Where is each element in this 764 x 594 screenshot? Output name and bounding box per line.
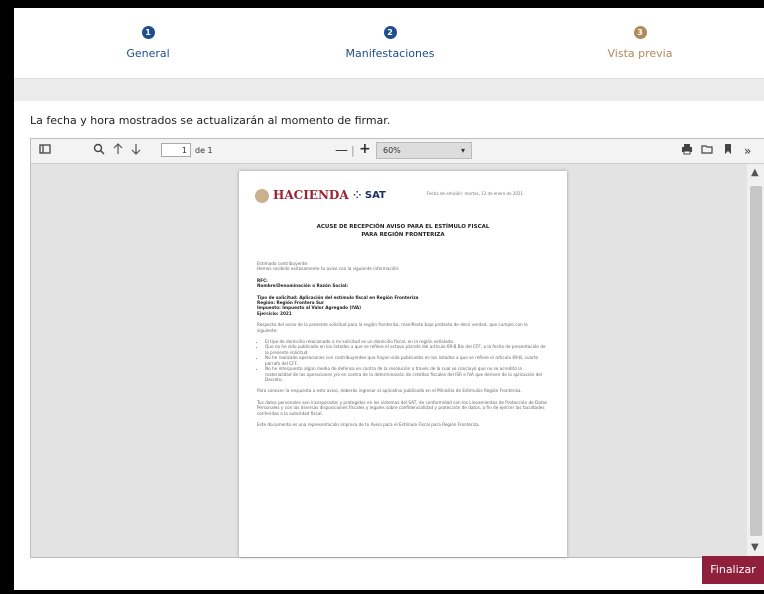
search-icon[interactable] — [93, 143, 105, 159]
document-page: HACIENDA ⁘ SAT Fecha de emisión: martes,… — [239, 171, 567, 557]
finalize-button[interactable]: Finalizar — [702, 556, 764, 584]
sidebar-toggle-icon[interactable] — [39, 143, 51, 159]
scroll-down-icon[interactable]: ▼ — [751, 542, 759, 553]
document-title: ACUSE DE RECEPCIÓN AVISO PARA EL ESTÍMUL… — [316, 224, 490, 238]
zoom-select[interactable]: 60% ▾ — [376, 142, 472, 159]
step-number-badge: 1 — [141, 26, 155, 39]
date-line: Fecha de emisión: martes, 12 de enero de… — [427, 191, 524, 196]
seal-icon — [255, 188, 269, 203]
step-number-badge: 2 — [383, 26, 397, 39]
step-label: General — [126, 47, 170, 60]
step-general[interactable]: 1 General — [78, 26, 218, 60]
zoom-value: 60% — [383, 146, 401, 155]
app-frame: 1 General 2 Manifestaciones 3 Vista prev… — [14, 8, 764, 590]
pdf-toolbar: 1 de 1 — | + 60% ▾ » — [31, 139, 764, 164]
stepper: 1 General 2 Manifestaciones 3 Vista prev… — [14, 8, 764, 84]
signature-notice: La fecha y hora mostrados se actualizará… — [30, 114, 391, 127]
step-number-badge: 3 — [633, 26, 647, 39]
step-vista-previa[interactable]: 3 Vista previa — [570, 26, 710, 60]
scroll-up-icon[interactable]: ▲ — [751, 167, 759, 178]
print-icon[interactable] — [681, 143, 693, 159]
scroll-thumb[interactable] — [750, 186, 762, 536]
save-icon[interactable] — [701, 143, 713, 159]
page-number-input[interactable]: 1 — [161, 143, 191, 157]
hacienda-logo: HACIENDA — [255, 188, 349, 203]
arrow-up-icon[interactable] — [113, 143, 123, 159]
arrow-down-icon[interactable] — [131, 143, 141, 159]
page-total: de 1 — [195, 146, 213, 155]
chevron-down-icon: ▾ — [460, 146, 465, 155]
zoom-in-button[interactable]: + — [359, 141, 371, 157]
step-manifestaciones[interactable]: 2 Manifestaciones — [320, 26, 460, 60]
step-label: Vista previa — [607, 47, 673, 60]
bookmark-icon[interactable] — [723, 143, 733, 159]
more-tools-icon[interactable]: » — [744, 143, 751, 159]
pdf-viewer: 1 de 1 — | + 60% ▾ » ▲ ▼ HACIENDA ⁘ SAT — [30, 138, 764, 558]
document-body: Estimado contribuyente: Hemos recibido ex… — [257, 261, 549, 433]
sat-logo: ⁘ SAT — [353, 190, 386, 201]
step-label: Manifestaciones — [345, 47, 435, 60]
toolbar-separator: | — [351, 144, 355, 157]
divider-band — [14, 78, 764, 101]
scrollbar[interactable]: ▲ ▼ — [747, 164, 764, 556]
zoom-out-button[interactable]: — — [335, 143, 348, 159]
